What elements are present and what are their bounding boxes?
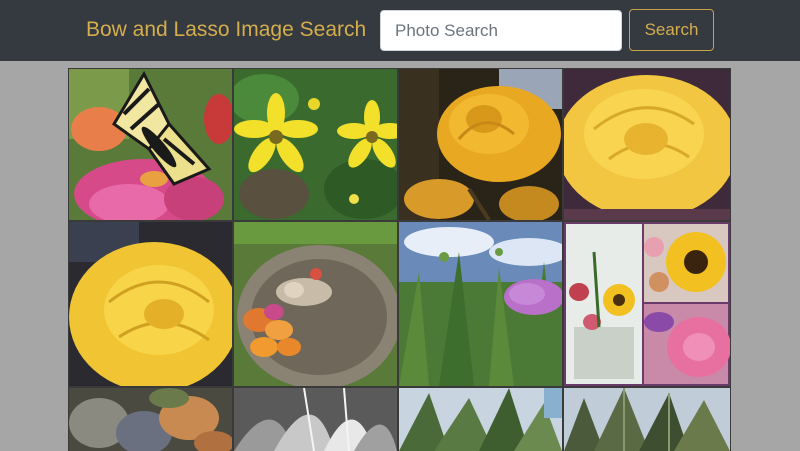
search-button[interactable]: Search: [629, 9, 714, 51]
image-tile-thistle-leaves[interactable]: [564, 388, 730, 451]
image-tile-butterfly[interactable]: [69, 69, 232, 220]
navbar: Bow and Lasso Image Search Search: [0, 0, 800, 61]
image-tile-thistle-sky[interactable]: [399, 222, 562, 386]
image-tile-yellow-rose-large[interactable]: [564, 69, 730, 220]
image-tile-birdbath[interactable]: [234, 222, 397, 386]
image-tile-green-plant-sky[interactable]: [399, 388, 562, 451]
image-tile-yellow-rose[interactable]: [69, 222, 232, 386]
image-tile-flower-collage[interactable]: [564, 222, 730, 386]
image-tile-yellow-rose-close[interactable]: [399, 69, 562, 220]
image-gallery: [68, 68, 731, 451]
image-tile-yellow-daisies[interactable]: [234, 69, 397, 220]
image-tile-dried-hydrangea[interactable]: [69, 388, 232, 451]
image-tile-black-white-petals[interactable]: [234, 388, 397, 451]
photo-search-input[interactable]: [380, 10, 622, 51]
brand-title[interactable]: Bow and Lasso Image Search: [86, 18, 366, 42]
